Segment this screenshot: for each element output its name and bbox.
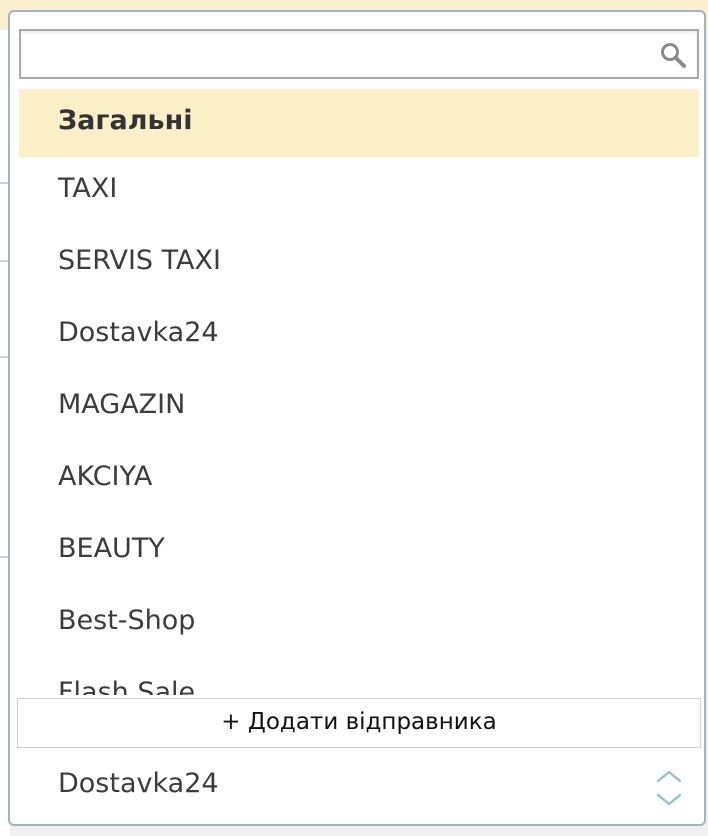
search-icon[interactable] <box>659 41 687 69</box>
chevron-down-icon <box>656 793 682 806</box>
list-item[interactable]: Dostavka24 <box>19 301 699 373</box>
sender-dropdown: Загальні TAXI SERVIS TAXI Dostavka24 MAG… <box>8 10 706 826</box>
list-item[interactable]: MAGAZIN <box>19 373 699 445</box>
chevron-up-icon <box>656 770 682 783</box>
list-item[interactable]: SERVIS TAXI <box>19 229 699 301</box>
list-item[interactable]: TAXI <box>19 157 699 229</box>
selected-value: Dostavka24 <box>58 768 219 799</box>
list-item[interactable]: Best-Shop <box>19 589 699 661</box>
search-box[interactable] <box>19 29 699 79</box>
select-stepper[interactable] <box>654 766 684 810</box>
list-item-selected[interactable]: Загальні <box>19 89 699 157</box>
list-item[interactable]: Flash Sale <box>19 661 699 695</box>
select-control[interactable]: Dostavka24 <box>10 754 704 824</box>
list-item[interactable]: AKCIYA <box>19 445 699 517</box>
sender-list: Загальні TAXI SERVIS TAXI Dostavka24 MAG… <box>19 89 699 695</box>
add-sender-button[interactable]: + Додати відправника <box>17 698 701 748</box>
list-item[interactable]: BEAUTY <box>19 517 699 589</box>
search-input[interactable] <box>21 31 641 77</box>
